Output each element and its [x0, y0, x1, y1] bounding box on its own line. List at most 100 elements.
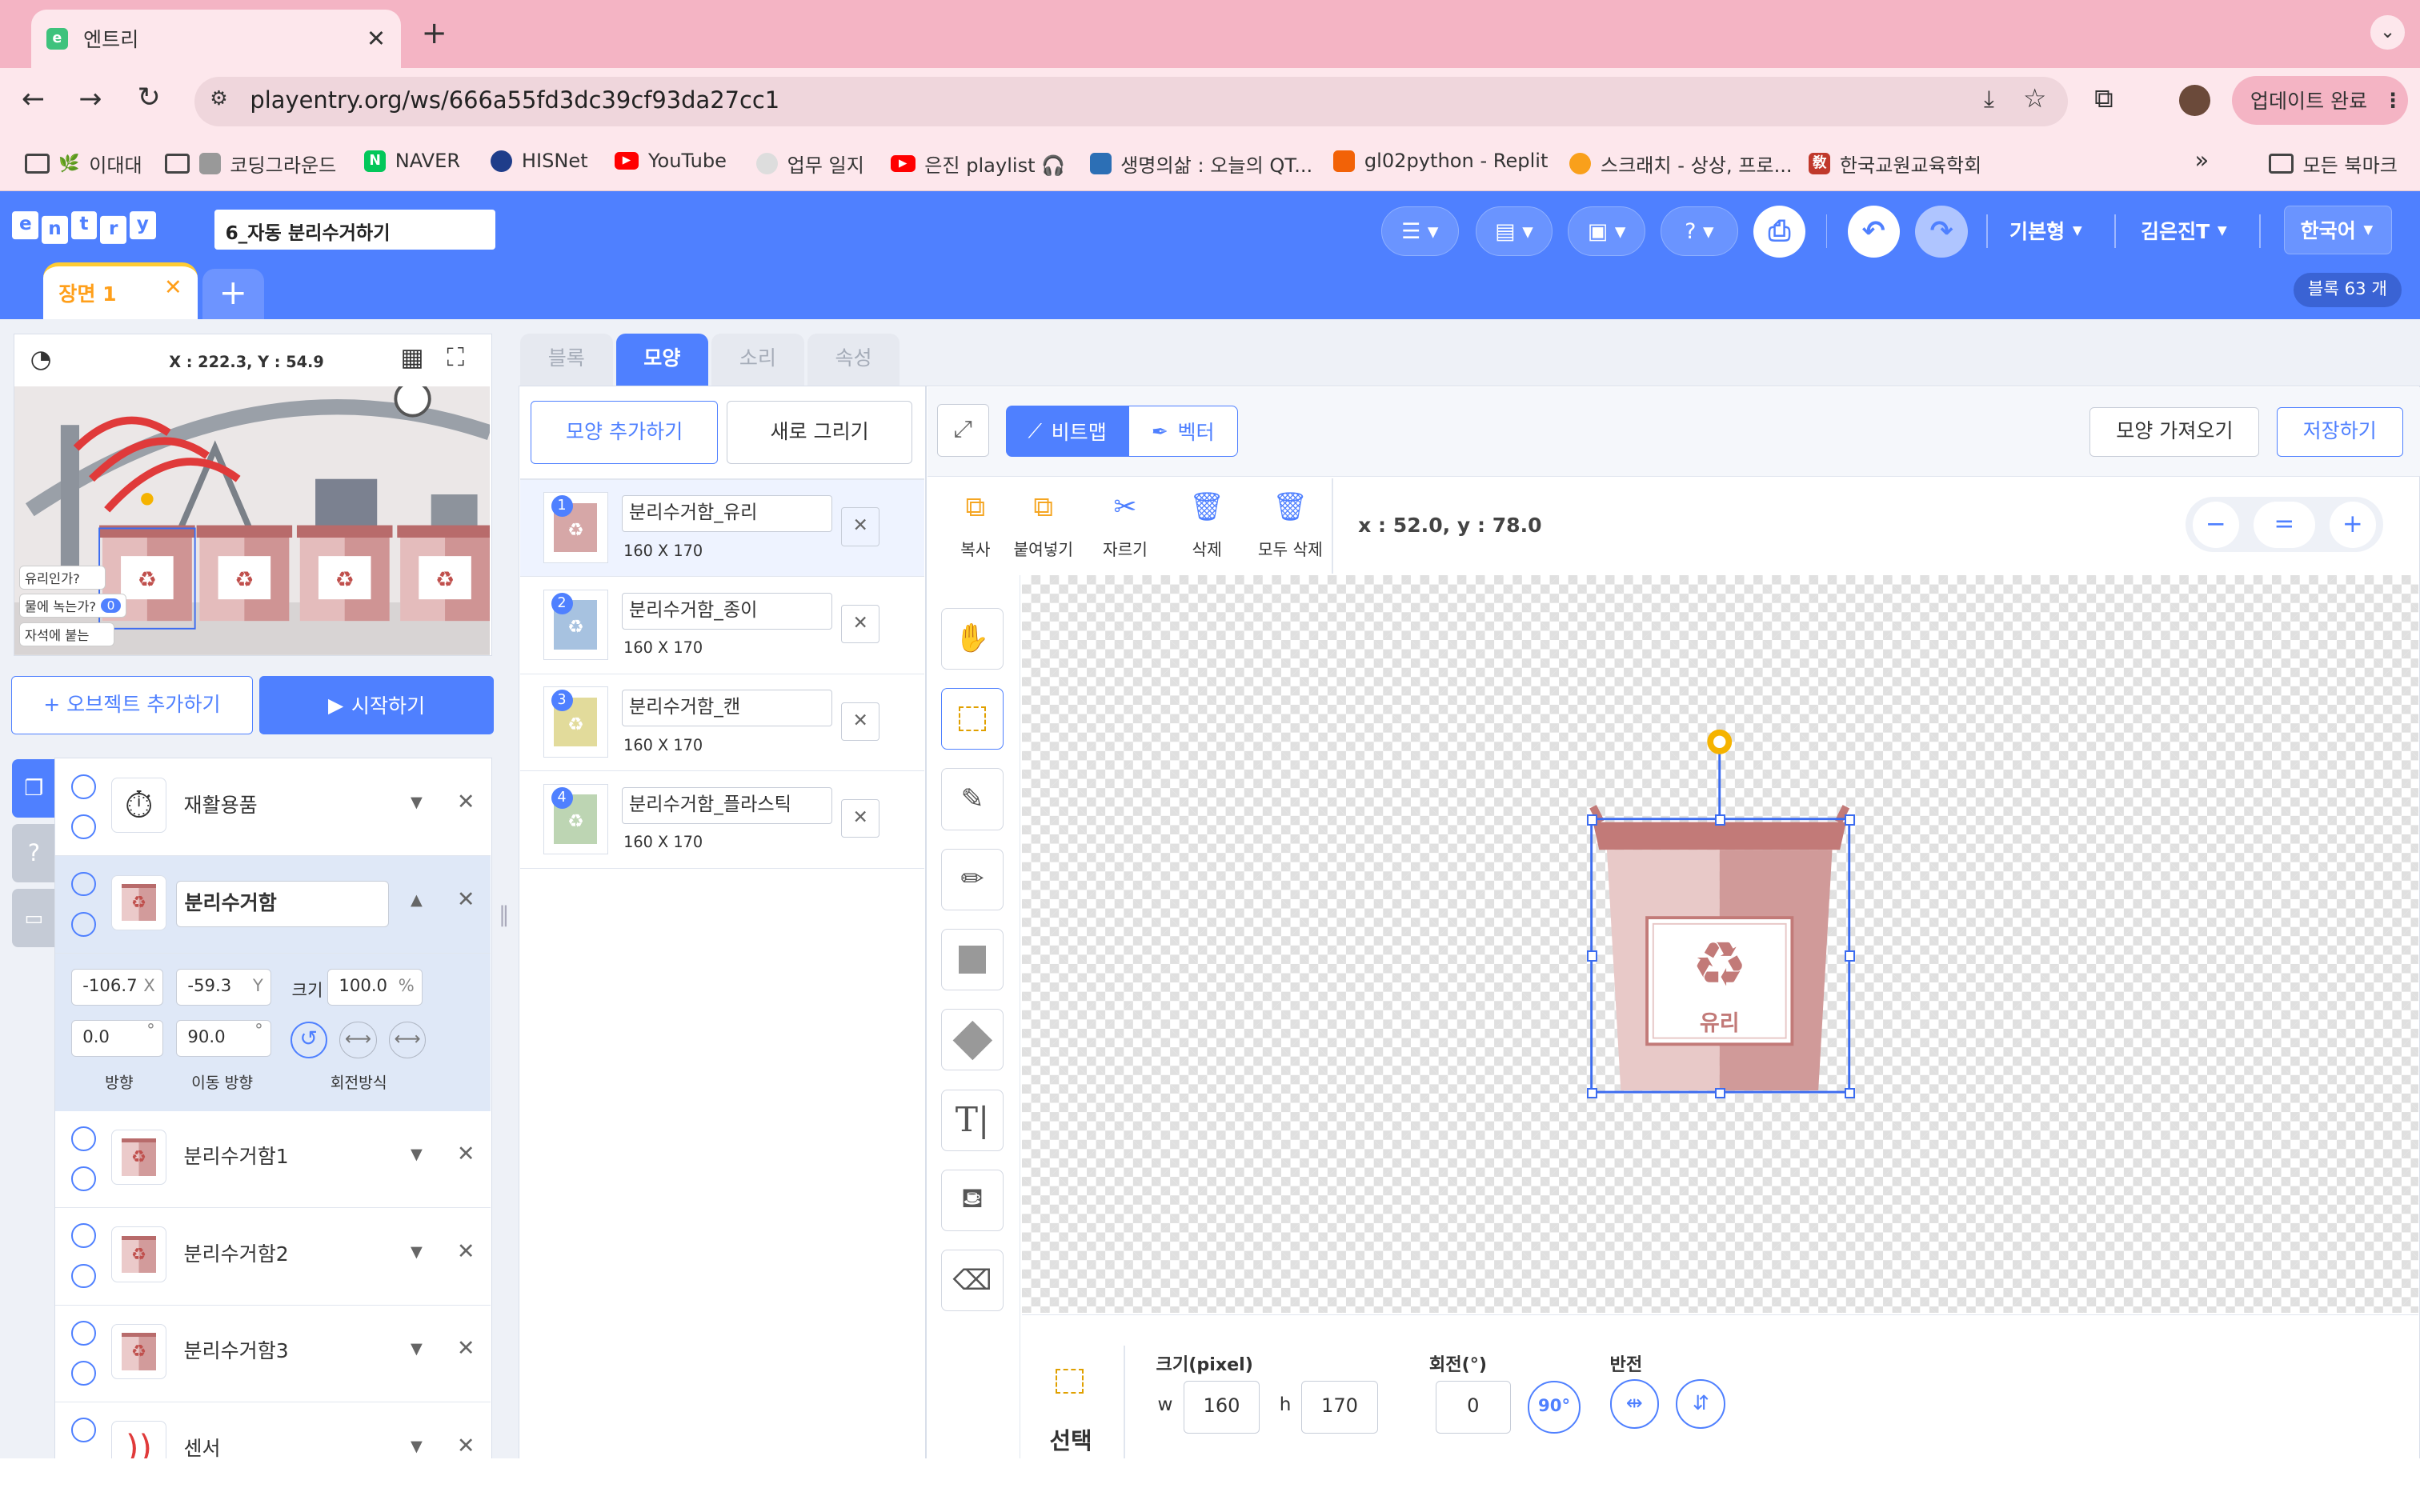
fill-tool[interactable]: ⛾ — [941, 1169, 1004, 1232]
visibility-eye-icon[interactable] — [70, 871, 96, 897]
x-field[interactable]: -106.7 X — [70, 969, 164, 1006]
object-name-field[interactable]: 재활용품 — [175, 783, 389, 830]
file-menu-button[interactable]: ▤ ▾ — [1475, 206, 1553, 257]
collapse-caret-icon[interactable]: ▲ — [411, 890, 423, 909]
paste-button[interactable]: ⧉ 붙여넣기 — [1012, 487, 1074, 567]
delete-object-icon[interactable]: ✕ — [457, 1239, 475, 1264]
install-app-icon[interactable]: ⤓ — [1984, 85, 1994, 113]
object-row[interactable]: )) 센서 ▼ ✕ — [55, 1402, 491, 1458]
visibility-eye-icon[interactable] — [70, 1418, 96, 1443]
delete-all-button[interactable]: 🗑 모두 삭제 — [1253, 487, 1328, 567]
bookmark-item[interactable]: ▶ 은진 playlist 🎧 — [890, 150, 1065, 178]
new-draw-button[interactable]: 새로 그리기 — [727, 401, 912, 465]
delete-object-icon[interactable]: ✕ — [457, 1434, 475, 1458]
save-shape-button[interactable]: 저장하기 — [2276, 407, 2403, 457]
all-bookmarks[interactable]: 모든 북마크 — [2269, 150, 2398, 178]
delete-shape-button[interactable]: ✕ — [841, 507, 880, 546]
pencil-tool[interactable]: ✏ — [941, 848, 1004, 910]
expand-caret-icon[interactable]: ▼ — [411, 1242, 423, 1261]
bookmark-item[interactable]: 敎 한국교원교육학회 — [1809, 150, 1981, 178]
help-menu-button[interactable]: ? ▾ — [1661, 206, 1738, 257]
speed-gauge-icon[interactable]: ◔ — [30, 345, 52, 374]
lock-icon[interactable] — [70, 1263, 96, 1289]
add-object-button[interactable]: + 오브젝트 추가하기 — [10, 675, 254, 734]
hand-tool[interactable]: ✋ — [941, 607, 1004, 670]
drawing-canvas[interactable]: ♻ 유리 — [1021, 575, 2419, 1314]
flip-horizontal-button[interactable]: ⇹ — [1609, 1379, 1660, 1429]
cut-button[interactable]: ✂ 자르기 — [1094, 487, 1156, 567]
new-tab-icon[interactable]: + — [422, 15, 447, 51]
side-tab-help[interactable]: ? — [12, 823, 56, 883]
delete-object-icon[interactable]: ✕ — [457, 1336, 475, 1361]
shape-name-input[interactable]: 분리수거함_유리 — [622, 495, 832, 533]
delete-button[interactable]: 🗑 삭제 — [1176, 487, 1238, 567]
height-input[interactable]: 170 — [1300, 1381, 1379, 1434]
shape-name-input[interactable]: 분리수거함_종이 — [622, 592, 832, 630]
resize-handle[interactable] — [1586, 814, 1598, 826]
object-row[interactable]: ♻ 분리수거함1 ▼ ✕ — [55, 1110, 491, 1209]
tab-list-chevron-icon[interactable]: ⌄ — [2370, 15, 2405, 50]
expand-caret-icon[interactable]: ▼ — [411, 1339, 423, 1358]
lock-icon[interactable] — [70, 911, 96, 937]
y-field[interactable]: -59.3 Y — [175, 969, 272, 1006]
bookmark-item[interactable]: gl02python - Replit — [1333, 150, 1548, 172]
panel-resize-handle[interactable]: ‖ — [499, 902, 510, 927]
undo-button[interactable]: ↶ — [1847, 205, 1901, 258]
bookmark-item[interactable]: ▶ YouTube — [614, 150, 727, 172]
project-name-input[interactable]: 6_자동 분리수거하기 — [214, 210, 496, 250]
entry-logo[interactable]: entry — [12, 211, 156, 244]
bookmark-item[interactable]: HISNet — [491, 150, 588, 172]
zoom-out-button[interactable]: − — [2192, 501, 2239, 548]
add-scene-button[interactable]: + — [202, 268, 264, 320]
visibility-eye-icon[interactable] — [70, 1320, 96, 1346]
object-row[interactable]: ♻ 분리수거함3 ▼ ✕ — [55, 1305, 491, 1403]
tab-sounds[interactable]: 소리 — [711, 333, 804, 386]
lock-icon[interactable] — [70, 1166, 96, 1191]
shape-item[interactable]: ♻ 3 분리수거함_캔 160 X 170 ✕ — [519, 674, 925, 772]
lock-icon[interactable] — [70, 1361, 96, 1386]
tab-properties[interactable]: 속성 — [807, 333, 900, 386]
zoom-reset-button[interactable]: = — [2253, 501, 2315, 548]
visibility-eye-icon[interactable] — [70, 1223, 96, 1249]
object-name-field[interactable]: 분리수거함 — [175, 881, 389, 928]
copy-button[interactable]: ⧉ 복사 — [944, 487, 1006, 567]
expand-caret-icon[interactable]: ▼ — [411, 793, 423, 811]
move-direction-field[interactable]: 90.0 ° — [175, 1019, 272, 1058]
brush-tool[interactable]: ✎ — [941, 768, 1004, 830]
resize-handle[interactable] — [1586, 950, 1598, 962]
tab-blocks[interactable]: 블록 — [519, 333, 613, 386]
reload-icon[interactable]: ↻ — [138, 82, 161, 114]
block-menu-button[interactable]: ☰ ▾ — [1381, 206, 1459, 257]
forward-arrow-icon[interactable]: → — [78, 83, 102, 115]
add-shape-button[interactable]: 모양 추가하기 — [531, 401, 718, 465]
fullscreen-icon[interactable]: ⛶ — [447, 343, 464, 373]
redo-button[interactable]: ↷ — [1915, 205, 1968, 258]
tab-shapes[interactable]: 모양 — [615, 333, 709, 386]
shape-name-input[interactable]: 분리수거함_캔 — [622, 690, 832, 727]
rotate-input[interactable]: 0 — [1435, 1381, 1512, 1434]
flip-vertical-button[interactable]: ⇵ — [1676, 1379, 1726, 1429]
site-settings-icon[interactable]: ⚙ — [210, 86, 227, 110]
object-name-field[interactable]: 분리수거함1 — [175, 1135, 389, 1182]
resize-handle[interactable] — [1714, 814, 1726, 826]
more-bookmarks-icon[interactable]: » — [2194, 146, 2209, 174]
width-input[interactable]: 160 — [1184, 1381, 1260, 1434]
object-name-field[interactable]: 센서 — [175, 1426, 389, 1458]
size-field[interactable]: 100.0% — [327, 969, 423, 1006]
eraser-tool[interactable]: ⌫ — [941, 1250, 1004, 1312]
object-row[interactable]: ♻ 분리수거함 ▲ ✕ — [55, 856, 491, 954]
object-row[interactable]: ⏱ 재활용품 ▼ ✕ — [55, 758, 491, 857]
bookmark-item[interactable]: 코딩그라운드 — [165, 150, 336, 178]
scene-close-icon[interactable]: ✕ — [164, 275, 182, 300]
rotate-horizontal-icon[interactable]: ⟷ — [339, 1021, 377, 1058]
lock-icon[interactable] — [70, 814, 96, 840]
resize-handle[interactable] — [1714, 1087, 1726, 1099]
rotate-none-icon[interactable]: ⟷ — [388, 1021, 427, 1058]
grid-icon[interactable]: ▦ — [400, 343, 423, 372]
expand-caret-icon[interactable]: ▼ — [411, 1145, 423, 1163]
start-button[interactable]: ▶ 시작하기 — [259, 675, 495, 734]
resize-handle[interactable] — [1586, 1087, 1598, 1099]
object-name-field[interactable]: 분리수거함3 — [175, 1330, 389, 1377]
bookmark-item[interactable]: 스크래치 - 상상, 프로... — [1569, 150, 1793, 178]
update-button[interactable]: 업데이트 완료 ⋮ — [2231, 75, 2408, 126]
